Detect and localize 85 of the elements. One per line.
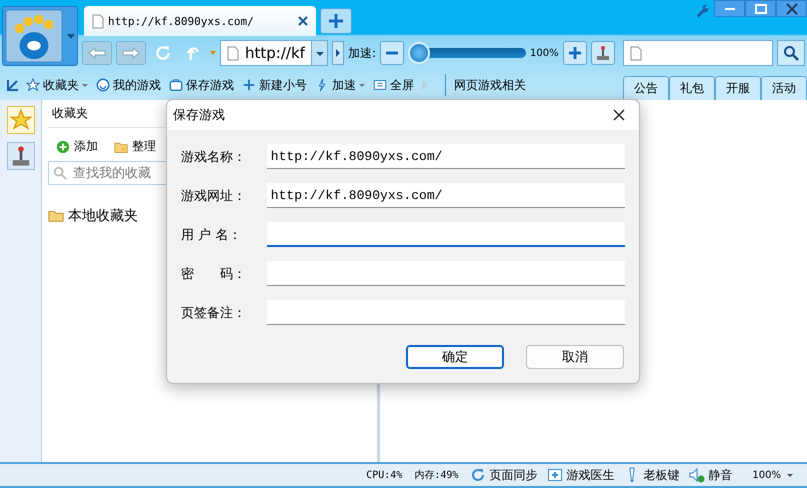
confirm-button[interactable]: 确定 xyxy=(406,345,504,369)
field-label: 用 户 名： xyxy=(181,226,242,244)
maximize-icon xyxy=(754,2,766,14)
decrease-button[interactable] xyxy=(380,41,404,65)
tray-icon xyxy=(169,78,183,92)
close-icon[interactable] xyxy=(613,109,625,121)
close-icon[interactable] xyxy=(298,16,308,26)
memory-usage: 内存:49% xyxy=(414,468,458,482)
tab[interactable]: 礼包 xyxy=(669,76,715,100)
folder-item[interactable]: 本地收藏夹 xyxy=(48,207,377,225)
dropdown-caret-icon[interactable] xyxy=(787,474,793,476)
zoom-level[interactable]: 100% xyxy=(752,470,781,480)
speed-reading: 100% xyxy=(530,48,559,58)
input-field[interactable]: http://kf.8090yxs.com/ xyxy=(266,144,625,169)
tab-title: http://kf.8090yxs.com/ xyxy=(108,14,255,28)
toolbar-section-label: 网页游戏相关 xyxy=(454,76,526,94)
speed-slider[interactable] xyxy=(408,42,526,64)
page-icon xyxy=(630,46,642,60)
tab[interactable]: 开服 xyxy=(715,76,761,100)
search-icon xyxy=(782,45,799,61)
field-label: 游戏网址： xyxy=(181,188,247,204)
field-label: 游戏名称： xyxy=(181,148,247,166)
input-field[interactable] xyxy=(266,261,625,286)
back-arrow-icon xyxy=(87,46,107,60)
sidebar-tab[interactable] xyxy=(6,142,34,170)
folder-icon xyxy=(48,208,64,224)
page-icon xyxy=(92,14,104,28)
app-logo-icon[interactable] xyxy=(5,9,63,63)
search-button[interactable] xyxy=(776,40,805,66)
dropdown-caret-icon[interactable] xyxy=(67,34,75,38)
status-button[interactable]: 静音 xyxy=(689,466,732,484)
close-button[interactable] xyxy=(776,0,807,17)
slider-thumb[interactable] xyxy=(408,42,430,64)
browser-tab[interactable]: http://kf.8090yxs.com/ xyxy=(84,6,316,36)
forward-arrow-icon xyxy=(121,46,141,60)
toolbar-button[interactable]: 保存游戏 xyxy=(165,75,238,95)
close-icon xyxy=(786,2,798,14)
search-field[interactable] xyxy=(622,40,773,66)
sidebar-action[interactable]: 添加 xyxy=(56,138,98,155)
cancel-button[interactable]: 取消 xyxy=(526,345,624,369)
wrench-icon[interactable] xyxy=(694,2,710,18)
sync-icon xyxy=(470,467,486,483)
folder-icon xyxy=(114,140,128,154)
dropdown-caret-icon[interactable] xyxy=(311,41,327,65)
plus-icon xyxy=(328,13,344,29)
status-button[interactable]: 老板键 xyxy=(624,466,680,484)
increase-button[interactable] xyxy=(562,41,587,65)
back-button[interactable] xyxy=(82,41,112,65)
minimize-button[interactable] xyxy=(714,0,745,17)
speaker-icon xyxy=(689,467,706,483)
star-icon xyxy=(26,78,40,92)
forward-button[interactable] xyxy=(116,41,146,65)
toolbar-button[interactable]: 加速 xyxy=(311,75,369,95)
dialog-title: 保存游戏 xyxy=(173,107,225,124)
tab[interactable]: 公告 xyxy=(623,76,669,100)
input-field[interactable] xyxy=(266,222,625,247)
input-field[interactable] xyxy=(266,300,625,325)
field-label: 密 码： xyxy=(181,266,247,282)
joystick-button[interactable] xyxy=(590,41,615,65)
grid-icon xyxy=(373,78,387,92)
tab[interactable]: 活动 xyxy=(761,76,807,100)
medical-kit-icon xyxy=(547,467,564,483)
toolbar-button[interactable]: 全屏 xyxy=(369,75,418,95)
plus-icon xyxy=(568,46,582,60)
add-icon xyxy=(56,140,70,154)
maximize-button[interactable] xyxy=(745,0,776,17)
field-label: 页签备注： xyxy=(181,304,247,322)
toolbar-button[interactable]: 我的游戏 xyxy=(92,75,165,95)
toolbar-button[interactable]: 新建小号 xyxy=(238,75,311,95)
joystick-icon xyxy=(594,45,611,61)
speed-label: 加速: xyxy=(348,44,376,62)
cpu-usage: CPU:4% xyxy=(366,470,402,480)
toolbar-button[interactable]: 收藏夹 xyxy=(22,75,92,95)
arrow-icon[interactable] xyxy=(6,78,20,92)
plus-icon xyxy=(242,78,256,92)
address-field[interactable]: http://kf xyxy=(220,40,328,66)
sidebar-action[interactable]: 整理 xyxy=(114,138,156,155)
star-icon xyxy=(10,109,32,131)
new-tab-button[interactable] xyxy=(320,8,352,34)
page-icon xyxy=(227,46,239,60)
status-button[interactable]: 页面同步 xyxy=(470,466,538,484)
search-icon xyxy=(53,166,67,180)
status-button[interactable]: 游戏医生 xyxy=(547,466,614,484)
smiley-icon xyxy=(96,78,110,92)
input-field[interactable]: http://kf.8090yxs.com/ xyxy=(266,183,625,208)
